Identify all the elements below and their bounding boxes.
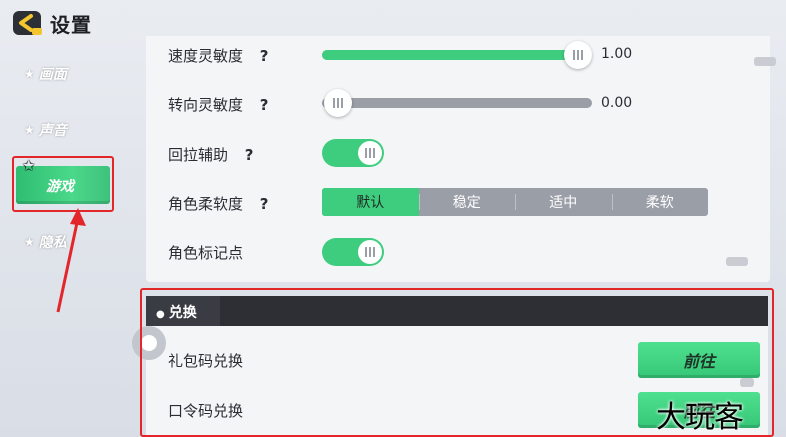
character-softness-selector: 默认 稳定 适中 柔软: [322, 188, 708, 216]
turn-sensitivity-value: 0.00: [601, 95, 633, 111]
option-soft[interactable]: 柔软: [611, 188, 709, 216]
help-icon[interactable]: ?: [260, 96, 269, 114]
character-softness-row: 角色柔软度 ?: [168, 193, 269, 214]
watermark-text: 大玩客: [656, 400, 744, 435]
help-icon[interactable]: ?: [260, 195, 269, 213]
slider-fill: [322, 50, 578, 60]
speed-sensitivity-slider[interactable]: [322, 41, 592, 69]
slider-thumb[interactable]: [324, 89, 352, 117]
option-stable[interactable]: 稳定: [418, 188, 516, 216]
character-marker-toggle[interactable]: [322, 238, 384, 266]
pullback-assist-row: 回拉辅助 ?: [168, 144, 254, 165]
character-marker-label: 角色标记点: [168, 244, 244, 262]
toggle-knob: [358, 240, 382, 264]
toggle-knob: [358, 141, 382, 165]
tag-badge: [754, 57, 776, 66]
turn-sensitivity-slider[interactable]: [322, 89, 592, 117]
pullback-assist-toggle[interactable]: [322, 139, 384, 167]
turn-sensitivity-row: 转向灵敏度 ?: [168, 94, 269, 115]
character-marker-row: 角色标记点: [168, 242, 243, 263]
turn-sensitivity-label: 转向灵敏度: [168, 96, 244, 114]
pullback-assist-label: 回拉辅助: [168, 146, 229, 164]
tag-badge: [726, 257, 748, 266]
speed-sensitivity-label: 速度灵敏度: [168, 47, 244, 65]
character-softness-label: 角色柔软度: [168, 195, 244, 213]
slider-thumb[interactable]: [564, 41, 592, 69]
speed-sensitivity-value: 1.00: [601, 46, 633, 62]
help-icon[interactable]: ?: [245, 146, 254, 164]
option-default[interactable]: 默认: [322, 188, 419, 216]
speed-sensitivity-row: 速度灵敏度 ?: [168, 45, 269, 66]
help-icon[interactable]: ?: [260, 47, 269, 65]
option-moderate[interactable]: 适中: [515, 188, 612, 216]
